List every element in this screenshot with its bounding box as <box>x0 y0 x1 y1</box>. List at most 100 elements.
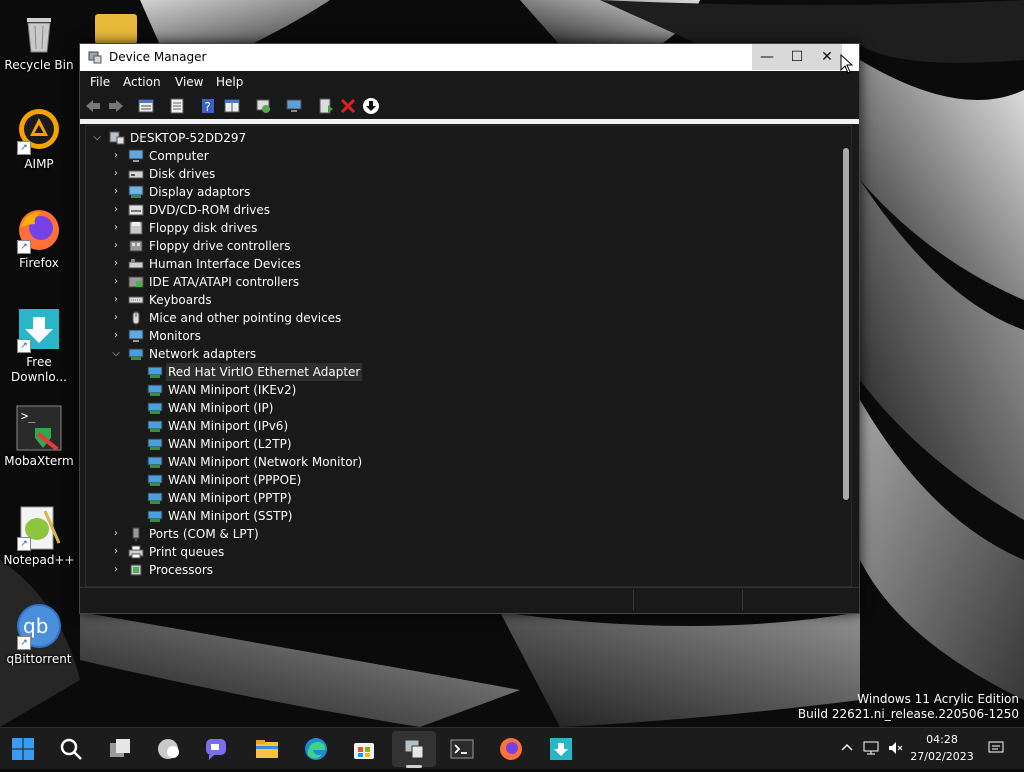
show-hidden-icon[interactable] <box>223 97 241 115</box>
device-manager-icon[interactable] <box>402 737 426 761</box>
close-button[interactable]: ✕ <box>812 44 842 70</box>
tree-device[interactable]: WAN Miniport (PPTP) <box>128 489 448 507</box>
tree-category[interactable]: › Print queues <box>109 543 409 561</box>
update-driver-icon[interactable] <box>168 97 186 115</box>
processor-icon <box>130 564 142 576</box>
watermark-edition: Windows 11 Acrylic Edition <box>857 692 1019 706</box>
tree-device[interactable]: WAN Miniport (IP) <box>128 399 448 417</box>
tree-device[interactable]: WAN Miniport (SSTP) <box>128 507 448 525</box>
minimize-button[interactable]: — <box>752 44 782 70</box>
tree-device[interactable]: WAN Miniport (IPv6) <box>128 417 448 435</box>
desktop-icon-aimp[interactable]: ↗ AIMP <box>2 107 76 172</box>
tree-category[interactable]: › IDE ATA/ATAPI controllers <box>109 273 409 291</box>
chat-icon[interactable] <box>204 737 228 761</box>
forward-arrow-icon[interactable] <box>107 97 125 115</box>
chevron-up-icon[interactable] <box>839 740 855 756</box>
file-explorer-icon[interactable] <box>255 737 279 761</box>
task-view-icon[interactable] <box>108 737 132 761</box>
tree-category[interactable]: › Ports (COM & LPT) <box>109 525 409 543</box>
tree-category-expanded[interactable]: ⌵ Network adapters <box>109 345 409 363</box>
desktop-icon-notepad-plus-plus[interactable]: ↗ Notepad++ <box>2 503 76 568</box>
tree-device-label: WAN Miniport (Network Monitor) <box>168 455 363 469</box>
chevron-right-icon[interactable]: › <box>109 525 123 543</box>
disk-drive-icon <box>128 170 144 179</box>
start-icon[interactable] <box>11 737 35 761</box>
tree-category[interactable]: › Human Interface Devices <box>109 255 409 273</box>
tree-category[interactable]: › Monitors <box>109 327 409 345</box>
chevron-right-icon[interactable]: › <box>109 291 123 309</box>
search-icon[interactable] <box>59 737 83 761</box>
chevron-right-icon[interactable]: › <box>109 147 123 165</box>
widgets-icon[interactable] <box>157 737 181 761</box>
tree-category[interactable]: › DVD/CD-ROM drives <box>109 201 409 219</box>
chevron-right-icon[interactable]: › <box>109 327 123 345</box>
tree-device-label: WAN Miniport (PPTP) <box>168 491 292 505</box>
tree-category-label: Computer <box>149 149 209 163</box>
tree-category[interactable]: › Floppy disk drives <box>109 219 409 237</box>
chevron-down-icon[interactable]: ⌵ <box>90 129 104 147</box>
notification-icon[interactable] <box>988 740 1004 756</box>
tree-category[interactable]: › Display adaptors <box>109 183 409 201</box>
menu-action[interactable]: Action <box>123 75 161 89</box>
title-bar[interactable]: Device Manager — ☐ ✕ <box>80 44 859 71</box>
vertical-scrollbar[interactable] <box>843 148 849 500</box>
edge-icon[interactable] <box>304 737 328 761</box>
tree-category[interactable]: › Floppy drive controllers <box>109 237 409 255</box>
chevron-right-icon[interactable]: › <box>109 543 123 561</box>
desktop-icon-firefox[interactable]: ↗ Firefox <box>2 206 76 271</box>
tree-device-label: WAN Miniport (SSTP) <box>168 509 293 523</box>
help-icon[interactable]: ? <box>199 97 217 115</box>
tree-category-label: DVD/CD-ROM drives <box>149 203 271 217</box>
download-driver-icon[interactable] <box>362 97 380 115</box>
menu-view[interactable]: View <box>175 75 203 89</box>
tree-device[interactable]: WAN Miniport (Network Monitor) <box>128 453 448 471</box>
monitor-icon[interactable] <box>285 97 303 115</box>
tree-category[interactable]: › Mice and other pointing devices <box>109 309 409 327</box>
watermark-build: Build 22621.ni_release.220506-1250 <box>797 707 1019 721</box>
terminal-icon[interactable] <box>450 737 474 761</box>
chevron-right-icon[interactable]: › <box>109 273 123 291</box>
uninstall-device-icon[interactable] <box>339 97 357 115</box>
clock-time[interactable]: 04:28 <box>912 733 972 746</box>
chevron-right-icon[interactable]: › <box>109 309 123 327</box>
chevron-right-icon[interactable]: › <box>109 219 123 237</box>
tree-device[interactable]: WAN Miniport (PPPOE) <box>128 471 448 489</box>
chevron-right-icon[interactable]: › <box>109 237 123 255</box>
menu-help[interactable]: Help <box>216 75 243 89</box>
tree-device-selected[interactable]: Red Hat VirtIO Ethernet Adapter <box>128 363 448 381</box>
tree-category[interactable]: › Keyboards <box>109 291 409 309</box>
tree-category[interactable]: › Disk drives <box>109 165 409 183</box>
store-icon[interactable] <box>352 737 376 761</box>
scan-hardware-icon[interactable] <box>254 97 272 115</box>
tree-category[interactable]: › Computer <box>109 147 409 165</box>
network-adapter-icon <box>147 474 163 486</box>
properties-icon[interactable] <box>137 97 155 115</box>
volume-muted-icon[interactable] <box>887 740 903 756</box>
chevron-right-icon[interactable]: › <box>109 165 123 183</box>
chevron-right-icon[interactable]: › <box>109 561 123 579</box>
desktop-icon-recycle-bin[interactable]: Recycle Bin <box>2 8 76 73</box>
network-status-icon[interactable] <box>863 740 879 756</box>
status-divider <box>742 590 743 610</box>
clock-date[interactable]: 27/02/2023 <box>908 750 976 763</box>
maximize-button[interactable]: ☐ <box>782 44 812 70</box>
menu-file[interactable]: File <box>90 75 110 89</box>
chevron-right-icon[interactable]: › <box>109 183 123 201</box>
status-bar <box>80 587 859 612</box>
network-adapter-icon <box>147 402 163 414</box>
desktop-icon-qbittorrent[interactable]: qb ↗ qBittorrent <box>2 602 76 667</box>
chevron-right-icon[interactable]: › <box>109 201 123 219</box>
mobaxterm-art: >_ <box>16 405 62 451</box>
enable-device-icon[interactable] <box>317 97 335 115</box>
desktop-icon-free-download-manager[interactable]: ↗ Free Downlo... <box>2 305 76 385</box>
tree-category[interactable]: › Processors <box>109 561 409 579</box>
free-download-manager-icon[interactable] <box>549 737 573 761</box>
chevron-down-icon[interactable]: ⌵ <box>109 345 123 363</box>
tree-device[interactable]: WAN Miniport (L2TP) <box>128 435 448 453</box>
back-arrow-icon[interactable] <box>84 97 102 115</box>
tree-device[interactable]: WAN Miniport (IKEv2) <box>128 381 448 399</box>
chevron-right-icon[interactable]: › <box>109 255 123 273</box>
desktop-icon-mobaxterm[interactable]: >_ MobaXterm <box>2 404 76 469</box>
firefox-icon[interactable] <box>499 737 523 761</box>
tree-root[interactable]: ⌵ DESKTOP-52DD297 <box>90 129 390 147</box>
